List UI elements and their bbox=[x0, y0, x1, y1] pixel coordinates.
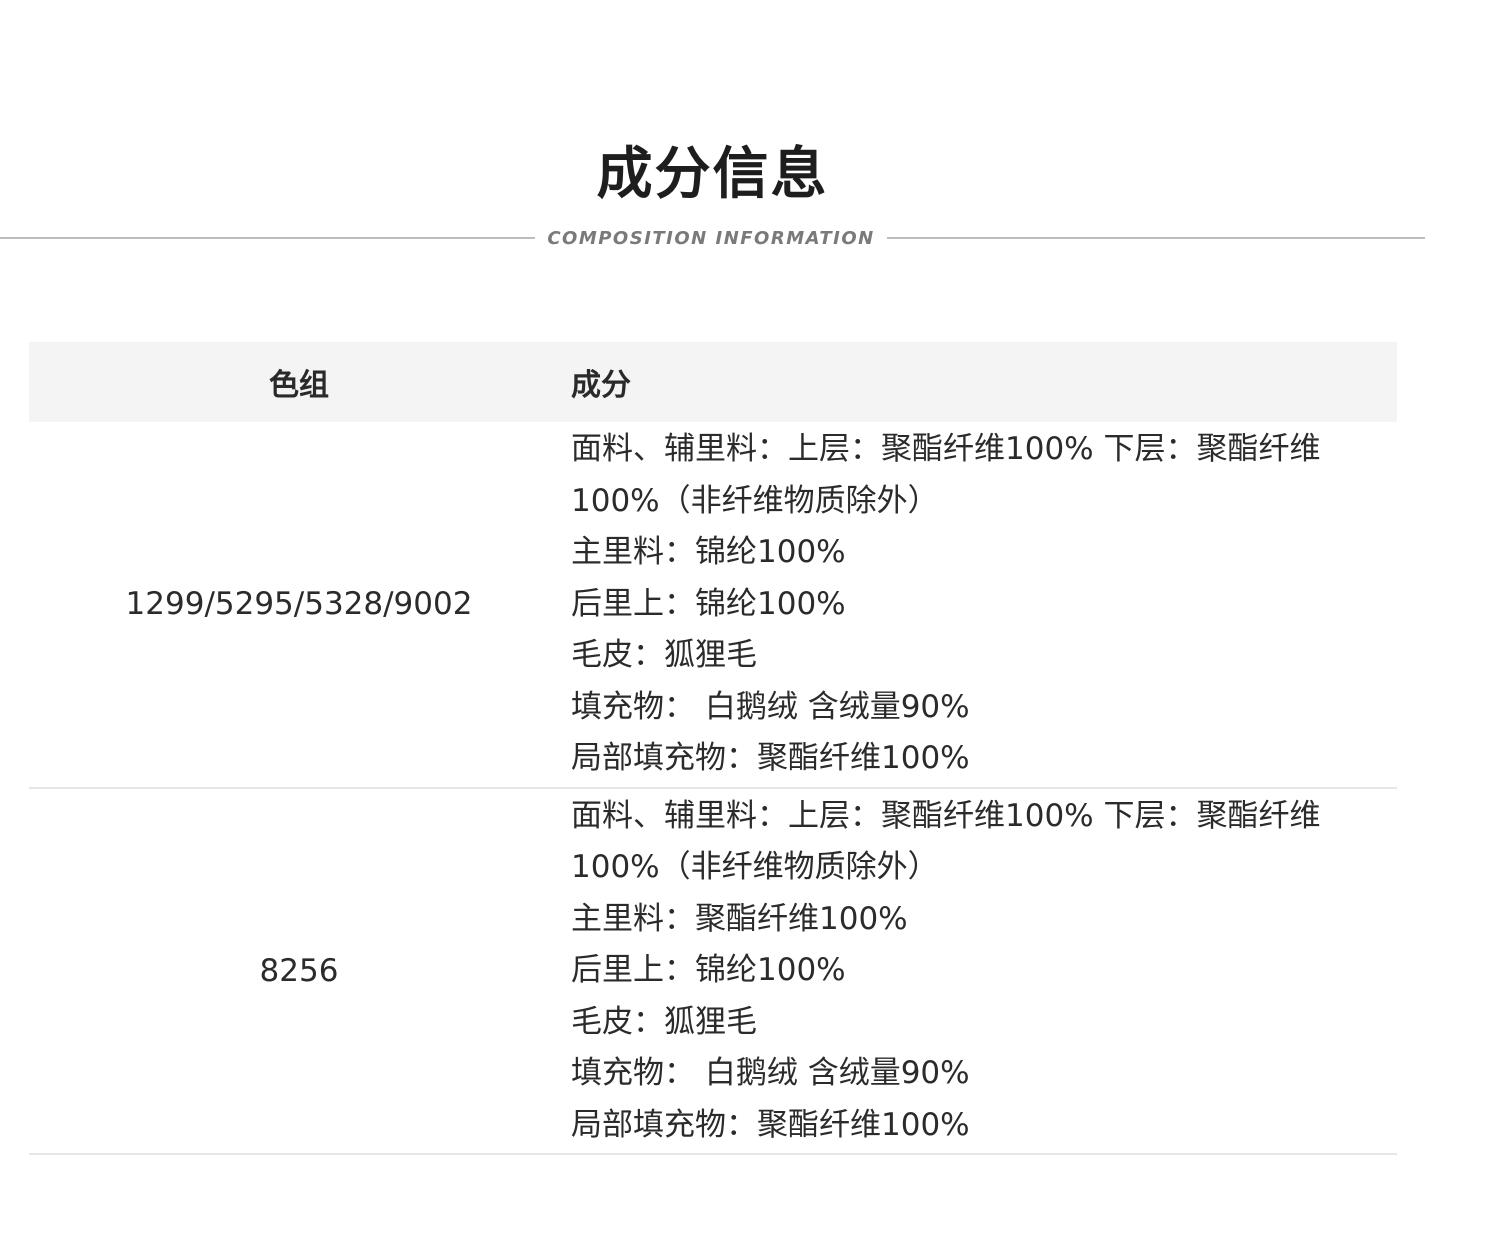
composition-line: 主里料：锦纶100% bbox=[571, 534, 846, 570]
composition-line: 后里上：锦纶100% bbox=[571, 585, 846, 622]
table-header: 色组 成分 bbox=[29, 342, 1397, 422]
table-row: 1299/5295/5328/9002 面料、辅里料：上层：聚酯纤维100% 下… bbox=[29, 422, 1397, 788]
composition-cell: 面料、辅里料：上层：聚酯纤维100% 下层：聚酯纤维 100%（非纤维物质除外）… bbox=[569, 788, 1397, 1155]
composition-line: 100%（非纤维物质除外） bbox=[571, 849, 939, 885]
composition-line: 填充物： 白鹅绒 含绒量90% bbox=[571, 1055, 970, 1091]
composition-line: 100%（非纤维物质除外） bbox=[571, 482, 939, 519]
composition-line: 面料、辅里料：上层：聚酯纤维100% 下层：聚酯纤维 bbox=[571, 431, 1321, 467]
column-header-composition: 成分 bbox=[571, 368, 631, 403]
composition-line: 毛皮：狐狸毛 bbox=[571, 1003, 757, 1040]
color-group-cell: 1299/5295/5328/9002 bbox=[125, 586, 473, 623]
divider-left bbox=[0, 237, 535, 239]
divider-right bbox=[887, 237, 1425, 239]
composition-line: 毛皮：狐狸毛 bbox=[571, 637, 757, 673]
composition-line: 主里料：聚酯纤维100% bbox=[571, 900, 908, 937]
composition-line: 面料、辅里料：上层：聚酯纤维100% 下层：聚酯纤维 bbox=[571, 797, 1321, 834]
composition-line: 填充物： 白鹅绒 含绒量90% bbox=[571, 688, 970, 725]
composition-table: 色组 成分 1299/5295/5328/9002 面料、辅里料：上层：聚酯纤维… bbox=[29, 342, 1397, 1155]
table-header-row: 色组 成分 bbox=[29, 342, 1397, 422]
column-header-color-group: 色组 bbox=[269, 368, 329, 403]
section-header: 成分信息 COMPOSITION INFORMATION bbox=[0, 0, 1500, 300]
composition-line: 后里上：锦纶100% bbox=[571, 952, 846, 988]
composition-line: 局部填充物：聚酯纤维100% bbox=[571, 1106, 970, 1143]
table-row: 8256 面料、辅里料：上层：聚酯纤维100% 下层：聚酯纤维 100%（非纤维… bbox=[29, 788, 1397, 1155]
page-title: 成分信息 bbox=[596, 142, 829, 207]
color-group-cell: 8256 bbox=[259, 952, 339, 989]
composition-cell: 面料、辅里料：上层：聚酯纤维100% 下层：聚酯纤维 100%（非纤维物质除外）… bbox=[569, 422, 1397, 788]
page-subtitle: COMPOSITION INFORMATION bbox=[547, 228, 875, 249]
composition-line: 局部填充物：聚酯纤维100% bbox=[571, 740, 970, 776]
